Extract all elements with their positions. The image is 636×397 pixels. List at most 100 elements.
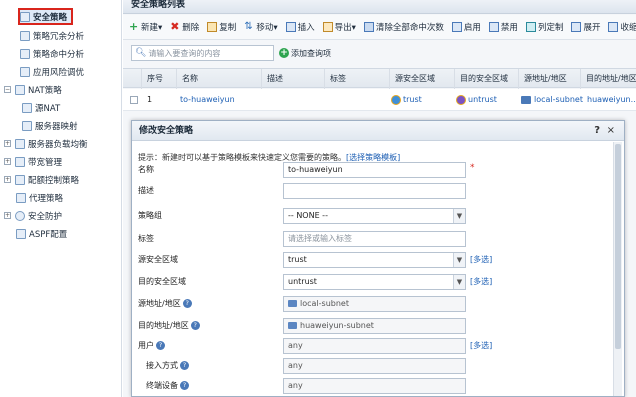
destination-zone-multiselect-link[interactable]: [多选] <box>470 274 492 290</box>
sidebar-item-app-risk-tuning[interactable]: 应用风险调优 <box>20 63 84 80</box>
sidebar-item-label: 代理策略 <box>29 193 64 204</box>
chevron-down-icon[interactable]: ▼ <box>453 275 465 289</box>
row-checkbox[interactable] <box>130 89 138 111</box>
sidebar-item-label: 服务器映射 <box>35 121 78 132</box>
column-header-tag[interactable]: 标签 <box>324 69 389 89</box>
sidebar-item-label: 服务器负载均衡 <box>28 139 88 150</box>
dialog-scrollbar[interactable] <box>613 142 622 396</box>
quota-icon <box>15 174 25 185</box>
expand-icon[interactable]: + <box>4 158 11 165</box>
sidebar-item-source-nat[interactable]: 源NAT <box>22 99 60 116</box>
help-icon[interactable]: ? <box>180 381 189 390</box>
hint-text: 提示：新建时可以基于策略模板来快速定义您需要的策略。 <box>138 153 346 162</box>
terminal-device-field[interactable]: any <box>283 378 466 394</box>
disable-button[interactable]: 禁用 <box>488 21 518 33</box>
access-mode-label: 接入方式? <box>146 358 189 374</box>
column-header-source-address[interactable]: 源地址/地区 <box>518 69 580 89</box>
sidebar-item-server-load-balancing[interactable]: + 服务器负载均衡 <box>4 135 88 152</box>
sidebar-item-quota-control[interactable]: + 配额控制策略 <box>4 171 79 188</box>
insert-button[interactable]: 插入 <box>285 21 315 33</box>
dialog-body: 提示：新建时可以基于策略模板来快速定义您需要的策略。[选择策略模板] 名称 to… <box>132 142 612 397</box>
new-button[interactable]: + 新建▾ <box>129 21 162 33</box>
collapse-icon <box>608 22 619 32</box>
move-button[interactable]: ⇅ 移动▾ <box>244 21 278 34</box>
user-multiselect-link[interactable]: [多选] <box>470 338 492 354</box>
name-field[interactable]: to-huaweiyun <box>283 162 466 178</box>
destination-address-field[interactable]: huaweiyun-subnet <box>283 318 466 334</box>
enable-button[interactable]: 启用 <box>451 21 481 33</box>
delete-icon: ✖ <box>170 20 180 33</box>
scrollbar-thumb[interactable] <box>615 144 621 349</box>
row-destination-zone-value[interactable]: untrust <box>468 89 497 111</box>
help-icon[interactable]: ? <box>190 321 200 330</box>
description-field[interactable] <box>283 183 466 199</box>
sidebar-item-aspf-config[interactable]: ASPF配置 <box>16 225 67 242</box>
chevron-down-icon[interactable]: ▼ <box>453 253 465 267</box>
help-icon[interactable]: ? <box>156 341 165 350</box>
expand-icon[interactable]: + <box>4 176 11 183</box>
user-label: 用户? <box>138 338 165 354</box>
row-source-address-value[interactable]: local-subnet <box>534 89 583 111</box>
delete-button[interactable]: ✖ 删除 <box>170 21 199 33</box>
policy-group-label: 策略组 <box>138 211 162 220</box>
analysis-icon <box>20 48 30 59</box>
column-header-index[interactable]: 序号 <box>141 69 176 89</box>
column-header-source-zone[interactable]: 源安全区域 <box>389 69 454 89</box>
sidebar-item-label: 源NAT <box>35 103 61 114</box>
sidebar-item-label: 安全防护 <box>28 211 63 222</box>
table-header: 序号 名称 描述 标签 源安全区域 目的安全区域 源地址/地区 目的地址/地区 <box>123 68 636 89</box>
bandwidth-icon <box>15 156 25 167</box>
sidebar-item-server-mapping[interactable]: 服务器映射 <box>22 117 78 134</box>
columns-button[interactable]: 列定制 <box>525 21 563 33</box>
policy-group-select[interactable]: -- NONE -- ▼ <box>283 208 466 224</box>
sidebar-item-security-policy[interactable]: 安全策略 <box>18 8 74 25</box>
close-icon[interactable]: × <box>607 121 615 141</box>
sidebar-item-security-protection[interactable]: + 安全防护 <box>4 207 62 224</box>
nat-icon <box>15 84 25 95</box>
tag-field[interactable]: 请选择或输入标签 <box>283 231 466 247</box>
row-name[interactable]: to-huaweiyun <box>180 89 235 111</box>
terminal-device-label-text: 终端设备 <box>146 381 178 390</box>
row-destination-address-value[interactable]: huaweiyun... <box>587 89 636 111</box>
address-icon <box>288 300 297 307</box>
policy-icon <box>20 11 30 22</box>
search-input[interactable]: 🔍︎ 请输入要查询的内容 <box>131 45 274 61</box>
table-row[interactable]: 1 to-huaweiyun trust untrust local-subne… <box>123 89 636 111</box>
source-address-field[interactable]: local-subnet <box>283 296 466 312</box>
chevron-down-icon[interactable]: ▼ <box>453 209 465 223</box>
sidebar-item-hit-analysis[interactable]: 策略命中分析 <box>20 45 84 62</box>
destination-zone-select[interactable]: untrust ▼ <box>283 274 466 290</box>
sidebar-item-redundancy-analysis[interactable]: 策略冗余分析 <box>20 27 84 44</box>
sidebar-item-nat-policy[interactable]: − NAT策略 <box>4 81 62 98</box>
access-mode-field[interactable]: any <box>283 358 466 374</box>
column-header-destination-zone[interactable]: 目的安全区域 <box>454 69 518 89</box>
select-all-column <box>123 69 141 89</box>
column-header-name[interactable]: 名称 <box>176 69 261 89</box>
collapse-icon[interactable]: − <box>4 86 11 93</box>
add-query-button[interactable]: + 添加查询项 <box>279 48 331 59</box>
sidebar-item-label: 配额控制策略 <box>28 175 80 186</box>
user-field[interactable]: any <box>283 338 466 354</box>
help-icon[interactable]: ? <box>180 361 189 370</box>
expand-button[interactable]: 展开 <box>571 21 600 33</box>
source-zone-select[interactable]: trust ▼ <box>283 252 466 268</box>
nat-icon <box>22 102 32 113</box>
help-icon[interactable]: ? <box>182 299 192 308</box>
column-header-description[interactable]: 描述 <box>261 69 324 89</box>
copy-button[interactable]: 复制 <box>207 21 236 33</box>
expand-icon[interactable]: + <box>4 140 11 147</box>
source-zone-multiselect-link[interactable]: [多选] <box>470 252 492 268</box>
user-label-text: 用户 <box>138 341 154 350</box>
select-template-link[interactable]: [选择策略模板] <box>346 153 400 162</box>
delete-button-label: 删除 <box>182 23 200 33</box>
move-button-label: 移动▾ <box>256 23 278 33</box>
clear-hits-button[interactable]: 清除全部命中次数 <box>363 21 444 33</box>
sidebar-item-proxy-policy[interactable]: 代理策略 <box>16 189 63 206</box>
row-source-zone-value[interactable]: trust <box>403 89 422 111</box>
expand-icon[interactable]: + <box>4 212 11 219</box>
help-icon[interactable]: ? <box>594 121 600 141</box>
sidebar-item-bandwidth-management[interactable]: + 带宽管理 <box>4 153 62 170</box>
column-header-destination-address[interactable]: 目的地址/地区 <box>580 69 636 89</box>
collapse-button[interactable]: 收缩 <box>608 21 636 33</box>
export-button[interactable]: 导出▾ <box>322 21 356 33</box>
